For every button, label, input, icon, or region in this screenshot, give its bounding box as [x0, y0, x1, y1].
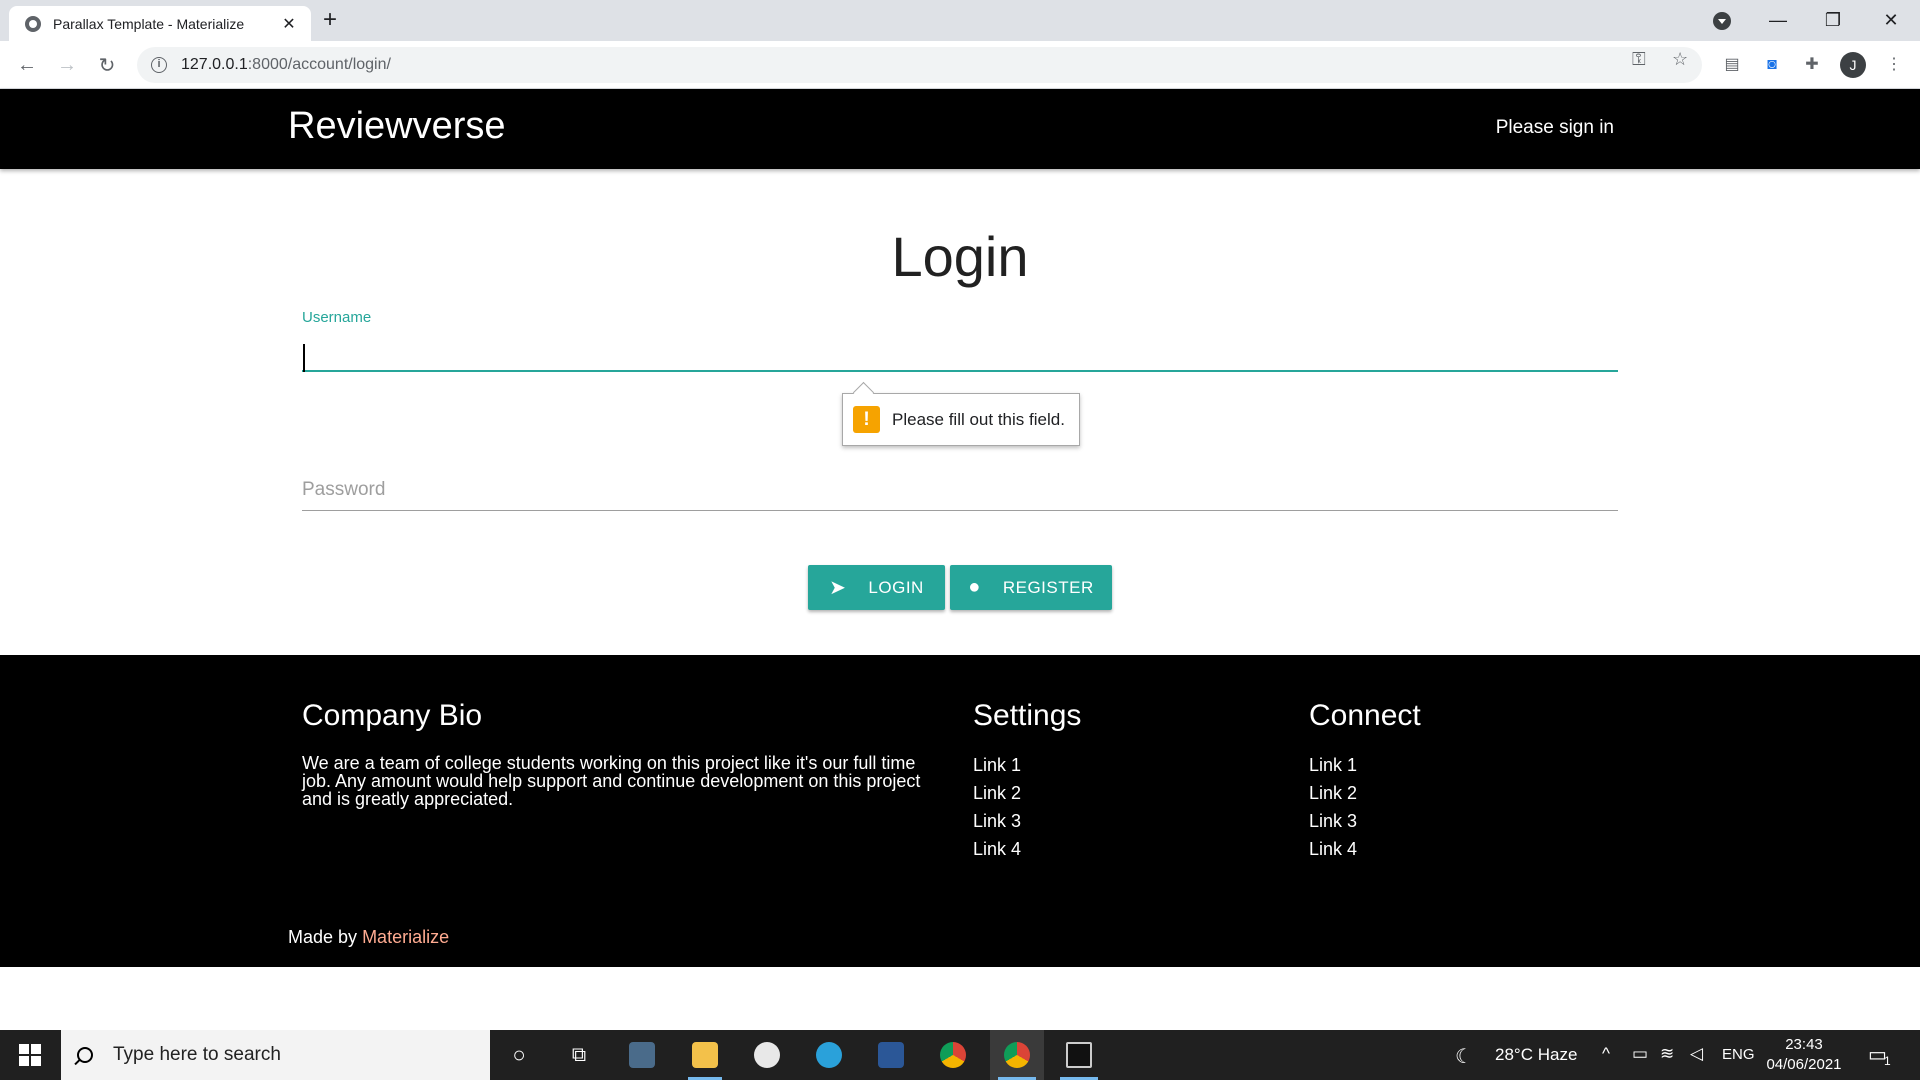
chrome-icon[interactable]: [928, 1030, 978, 1080]
extension-docs-icon[interactable]: ▤: [1722, 55, 1742, 75]
username-field: Username: [302, 309, 1618, 372]
task-view-icon[interactable]: ⧉: [555, 1030, 603, 1080]
brand-logo[interactable]: Reviewverse: [288, 105, 506, 148]
search-icon: [77, 1047, 93, 1063]
restore-icon[interactable]: ❐: [1810, 0, 1856, 41]
connect-link-4[interactable]: Link 4: [1309, 839, 1357, 860]
register-button[interactable]: ● REGISTER: [950, 565, 1112, 610]
username-label: Username: [302, 309, 372, 326]
battery-icon[interactable]: ▭: [1632, 1044, 1648, 1064]
browser-tabstrip: Parallax Template - Materialize ✕ + — ❐ …: [0, 0, 1920, 41]
settings-link-4[interactable]: Link 4: [973, 839, 1021, 860]
connect-heading: Connect: [1309, 699, 1421, 732]
site-info-icon[interactable]: i: [151, 57, 167, 73]
tab-search-icon[interactable]: [1713, 12, 1731, 30]
bio-text: We are a team of college students workin…: [302, 753, 921, 809]
browser-tab[interactable]: Parallax Template - Materialize ✕: [9, 6, 311, 41]
register-button-label: REGISTER: [1002, 577, 1094, 597]
settings-link-3[interactable]: Link 3: [973, 811, 1021, 832]
kebab-menu-icon[interactable]: ⋮: [1884, 55, 1904, 75]
password-placeholder: Password: [302, 479, 386, 500]
text-cursor: [303, 344, 305, 372]
cortana-icon[interactable]: ○: [495, 1030, 543, 1080]
minimize-icon[interactable]: —: [1755, 0, 1801, 41]
page-title: Login: [891, 225, 1029, 288]
globe-icon: [25, 15, 41, 32]
connect-link-1[interactable]: Link 1: [1309, 755, 1357, 776]
search-placeholder: Type here to search: [113, 1044, 281, 1065]
taskbar: Type here to search ○ ⧉ ☾ 28°C Haze ^ ▭ …: [0, 1030, 1920, 1080]
address-bar[interactable]: i 127.0.0.1:8000/account/login/: [137, 47, 1702, 83]
bio-heading: Company Bio: [302, 699, 483, 732]
clock[interactable]: 23:43 04/06/2021: [1762, 1035, 1846, 1075]
taskbar-search[interactable]: Type here to search: [61, 1030, 490, 1080]
site-navbar: Reviewverse Please sign in: [0, 89, 1920, 169]
puzzle-icon[interactable]: ✚: [1802, 55, 1822, 75]
telegram-icon[interactable]: [804, 1030, 854, 1080]
chevron-up-icon[interactable]: ^: [1602, 1044, 1610, 1064]
password-input[interactable]: Password: [302, 465, 1618, 511]
chrome-active-icon[interactable]: [990, 1030, 1044, 1080]
page-footer: Company Bio We are a team of college stu…: [0, 655, 1920, 967]
word-icon[interactable]: [866, 1030, 916, 1080]
calculator-icon[interactable]: [617, 1030, 667, 1080]
avatar[interactable]: J: [1840, 52, 1866, 78]
back-icon[interactable]: ←: [13, 51, 41, 79]
weather-moon-icon[interactable]: ☾: [1455, 1044, 1473, 1069]
web-page: Reviewverse Please sign in Login Usernam…: [0, 89, 1920, 1030]
star-icon[interactable]: ☆: [1672, 49, 1688, 70]
terminal-icon[interactable]: [1052, 1030, 1106, 1080]
forward-icon[interactable]: →: [53, 51, 81, 79]
settings-heading: Settings: [973, 699, 1082, 732]
speaker-icon[interactable]: ◁: [1690, 1044, 1703, 1064]
url-text: 127.0.0.1:8000/account/login/: [181, 56, 391, 73]
warning-icon: !: [853, 406, 880, 433]
login-button-label: LOGIN: [868, 577, 924, 597]
materialize-link[interactable]: Materialize: [362, 927, 449, 947]
sign-in-link[interactable]: Please sign in: [1496, 117, 1614, 139]
windows-start-icon[interactable]: [0, 1030, 60, 1080]
settings-link-1[interactable]: Link 1: [973, 755, 1021, 776]
clock-date: 04/06/2021: [1766, 1056, 1842, 1073]
extension-screen-icon[interactable]: ◙: [1762, 55, 1782, 75]
settings-link-2[interactable]: Link 2: [973, 783, 1021, 804]
password-field: Password: [302, 465, 1618, 511]
connect-link-3[interactable]: Link 3: [1309, 811, 1357, 832]
validation-message: Please fill out this field.: [892, 409, 1065, 429]
clock-time: 23:43: [1785, 1036, 1823, 1053]
wifi-icon[interactable]: ≋: [1660, 1044, 1674, 1064]
notification-count: 1: [1884, 1054, 1891, 1068]
send-icon: ➤: [829, 577, 847, 599]
file-explorer-icon[interactable]: [680, 1030, 730, 1080]
username-input[interactable]: [302, 326, 1618, 372]
validation-tooltip: ! Please fill out this field.: [842, 393, 1080, 446]
new-tab-icon[interactable]: +: [323, 8, 337, 32]
tab-title: Parallax Template - Materialize: [53, 15, 245, 32]
reload-icon[interactable]: ↻: [93, 51, 121, 79]
browser-toolbar: ← → ↻ i 127.0.0.1:8000/account/login/ ⚿ …: [0, 41, 1920, 89]
connect-link-2[interactable]: Link 2: [1309, 783, 1357, 804]
login-button[interactable]: ➤ LOGIN: [808, 565, 945, 610]
key-icon[interactable]: ⚿: [1632, 49, 1646, 70]
weather-text[interactable]: 28°C Haze: [1495, 1045, 1577, 1065]
made-by-credit: Made by Materialize: [288, 927, 449, 948]
account-circle-icon: ●: [968, 576, 981, 598]
made-by-prefix: Made by: [288, 927, 358, 947]
window-close-icon[interactable]: ✕: [1868, 0, 1914, 41]
language-indicator[interactable]: ENG: [1722, 1046, 1755, 1063]
close-tab-icon[interactable]: ✕: [279, 14, 299, 34]
paint-icon[interactable]: [742, 1030, 792, 1080]
